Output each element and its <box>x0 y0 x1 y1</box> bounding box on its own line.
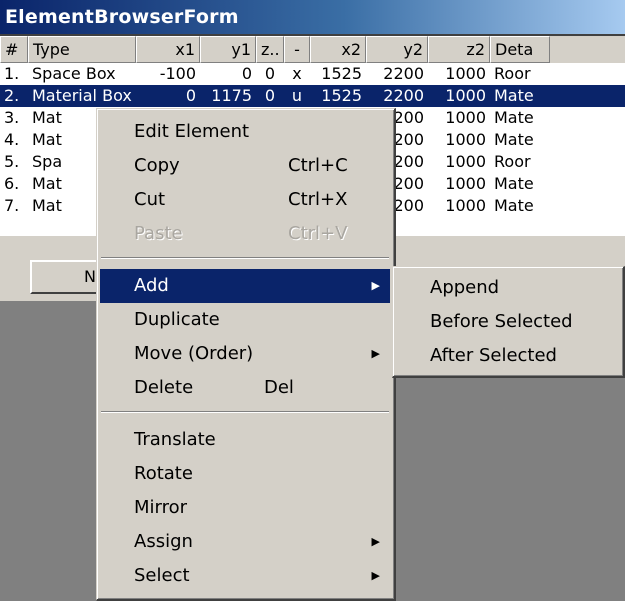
cell-index: 7. <box>4 196 20 215</box>
menu-item-shortcut: Ctrl+X <box>288 189 348 210</box>
column-header-dash[interactable]: - <box>284 36 310 63</box>
column-header-y1[interactable]: y1 <box>200 36 256 63</box>
menu-item-cut[interactable]: Cut Ctrl+X <box>100 183 390 217</box>
column-header-details[interactable]: Deta <box>490 36 550 63</box>
cell-z2: 1000 <box>445 86 486 105</box>
cell-details: Mate <box>494 108 534 127</box>
menu-item-label: Translate <box>134 429 216 450</box>
cell-x2: 1525 <box>321 64 362 83</box>
menu-item-label: Move (Order) <box>134 343 254 364</box>
menu-separator <box>101 257 389 259</box>
menu-item-duplicate[interactable]: Duplicate <box>100 303 390 337</box>
cell-index: 4. <box>4 130 20 149</box>
submenu-item-append[interactable]: Append <box>396 271 619 305</box>
cell-z2: 1000 <box>445 152 486 171</box>
menu-item-label: Append <box>430 277 500 298</box>
cell-y2: 2200 <box>383 86 424 105</box>
cell-y2: 2200 <box>383 64 424 83</box>
column-header-y2[interactable]: y2 <box>366 36 428 63</box>
cell-index: 1. <box>4 64 20 83</box>
menu-item-edit-element[interactable]: Edit Element <box>100 115 390 149</box>
table-row-selected[interactable]: 2. Material Box 0 1175 0 u 1525 2200 100… <box>0 85 625 107</box>
menu-item-shortcut: Del <box>264 377 294 398</box>
menu-item-shortcut: Ctrl+C <box>288 155 348 176</box>
cell-index: 3. <box>4 108 20 127</box>
cell-z2: 1000 <box>445 64 486 83</box>
menu-item-label: Rotate <box>134 463 193 484</box>
cell-details: Roor <box>494 64 531 83</box>
cell-z2: 1000 <box>445 130 486 149</box>
menu-item-label: Edit Element <box>134 121 250 142</box>
menu-item-add[interactable]: Add ▶ <box>100 269 390 303</box>
submenu-item-after-selected[interactable]: After Selected <box>396 339 619 373</box>
menu-item-assign[interactable]: Assign ▶ <box>100 525 390 559</box>
submenu-item-before-selected[interactable]: Before Selected <box>396 305 619 339</box>
add-submenu: Append Before Selected After Selected <box>392 266 625 378</box>
submenu-arrow-icon: ▶ <box>371 347 380 360</box>
menu-item-shortcut: Ctrl+V <box>288 223 348 244</box>
column-header-x1[interactable]: x1 <box>136 36 200 63</box>
cell-y1: 1175 <box>211 86 252 105</box>
column-header-x2[interactable]: x2 <box>310 36 366 63</box>
submenu-arrow-icon: ▶ <box>371 569 380 582</box>
menu-item-label: Select <box>134 565 190 586</box>
cell-z1: 0 <box>264 86 276 105</box>
menu-item-paste: Paste Ctrl+V <box>100 217 390 251</box>
cell-index: 6. <box>4 174 20 193</box>
menu-item-label: Delete <box>134 377 194 398</box>
cell-z1: 0 <box>264 64 276 83</box>
cell-z2: 1000 <box>445 196 486 215</box>
menu-item-select[interactable]: Select ▶ <box>100 559 390 593</box>
cell-details: Mate <box>494 196 534 215</box>
menu-item-mirror[interactable]: Mirror <box>100 491 390 525</box>
column-header-z1[interactable]: z.. <box>256 36 284 63</box>
menu-item-rotate[interactable]: Rotate <box>100 457 390 491</box>
menu-item-label: Add <box>134 275 169 296</box>
cell-type: Material Box <box>32 86 132 105</box>
menu-item-translate[interactable]: Translate <box>100 423 390 457</box>
cell-details: Mate <box>494 130 534 149</box>
cell-flag: u <box>291 86 303 105</box>
cell-index: 2. <box>4 86 20 105</box>
menu-item-label: Assign <box>134 531 193 552</box>
cell-index: 5. <box>4 152 20 171</box>
submenu-arrow-icon: ▶ <box>371 535 380 548</box>
menu-item-label: Paste <box>134 223 183 244</box>
cell-z2: 1000 <box>445 108 486 127</box>
cell-x2: 1525 <box>321 86 362 105</box>
cell-details: Mate <box>494 86 534 105</box>
menu-item-label: After Selected <box>430 345 557 366</box>
menu-item-delete[interactable]: Delete Del <box>100 371 390 405</box>
menu-item-label: Before Selected <box>430 311 573 332</box>
menu-item-label: Copy <box>134 155 180 176</box>
column-header-type[interactable]: Type <box>28 36 136 63</box>
menu-item-move-order[interactable]: Move (Order) ▶ <box>100 337 390 371</box>
cell-type: Space Box <box>32 64 116 83</box>
menu-separator <box>101 411 389 413</box>
menu-item-label: Duplicate <box>134 309 220 330</box>
cell-x1: -100 <box>159 64 196 83</box>
cell-details: Roor <box>494 152 531 171</box>
column-header-index[interactable]: # <box>0 36 28 63</box>
cell-z2: 1000 <box>445 174 486 193</box>
cell-y1: 0 <box>241 64 252 83</box>
cell-flag: x <box>292 64 302 83</box>
window-title: ElementBrowserForm <box>0 0 625 34</box>
submenu-arrow-icon: ▶ <box>371 279 380 292</box>
table-row[interactable]: 1. Space Box -100 0 0 x 1525 2200 1000 R… <box>0 63 625 85</box>
cell-details: Mate <box>494 174 534 193</box>
menu-item-label: Mirror <box>134 497 188 518</box>
menu-item-label: Cut <box>134 189 166 210</box>
context-menu: Edit Element Copy Ctrl+C Cut Ctrl+X Past… <box>96 108 396 601</box>
cell-x1: 0 <box>185 86 196 105</box>
grid-header: # Type x1 y1 z.. - x2 y2 z2 Deta <box>0 36 625 63</box>
menu-item-copy[interactable]: Copy Ctrl+C <box>100 149 390 183</box>
column-header-z2[interactable]: z2 <box>428 36 490 63</box>
